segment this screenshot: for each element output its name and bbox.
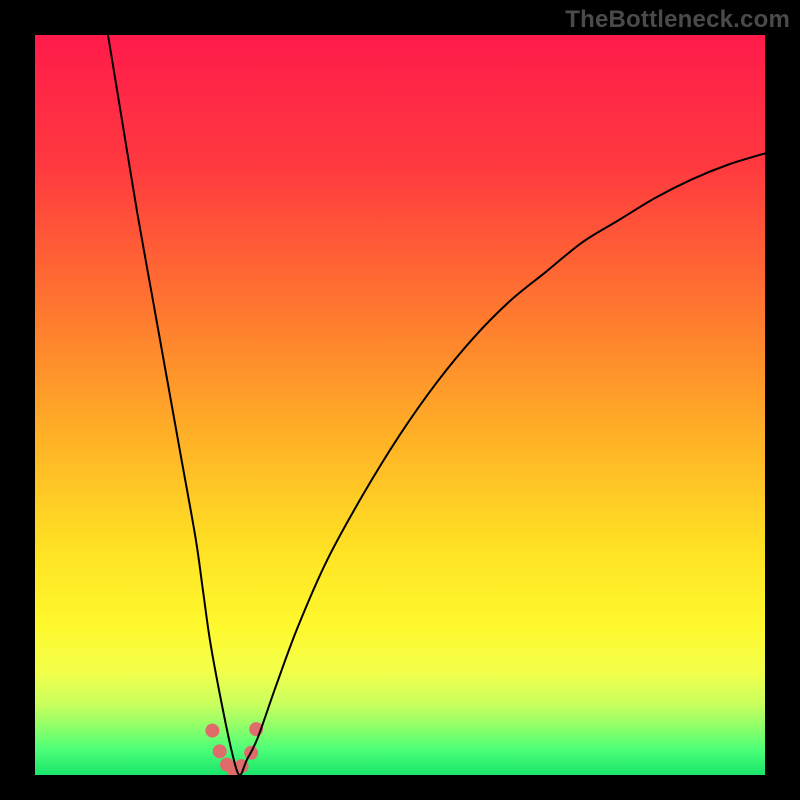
watermark-text: TheBottleneck.com: [565, 6, 790, 34]
marker-dot: [205, 724, 219, 738]
gradient-background: [35, 35, 765, 775]
bottleneck-chart: [35, 35, 765, 775]
marker-dot: [213, 744, 227, 758]
plot-area: [35, 35, 765, 775]
chart-frame: TheBottleneck.com: [0, 0, 800, 800]
